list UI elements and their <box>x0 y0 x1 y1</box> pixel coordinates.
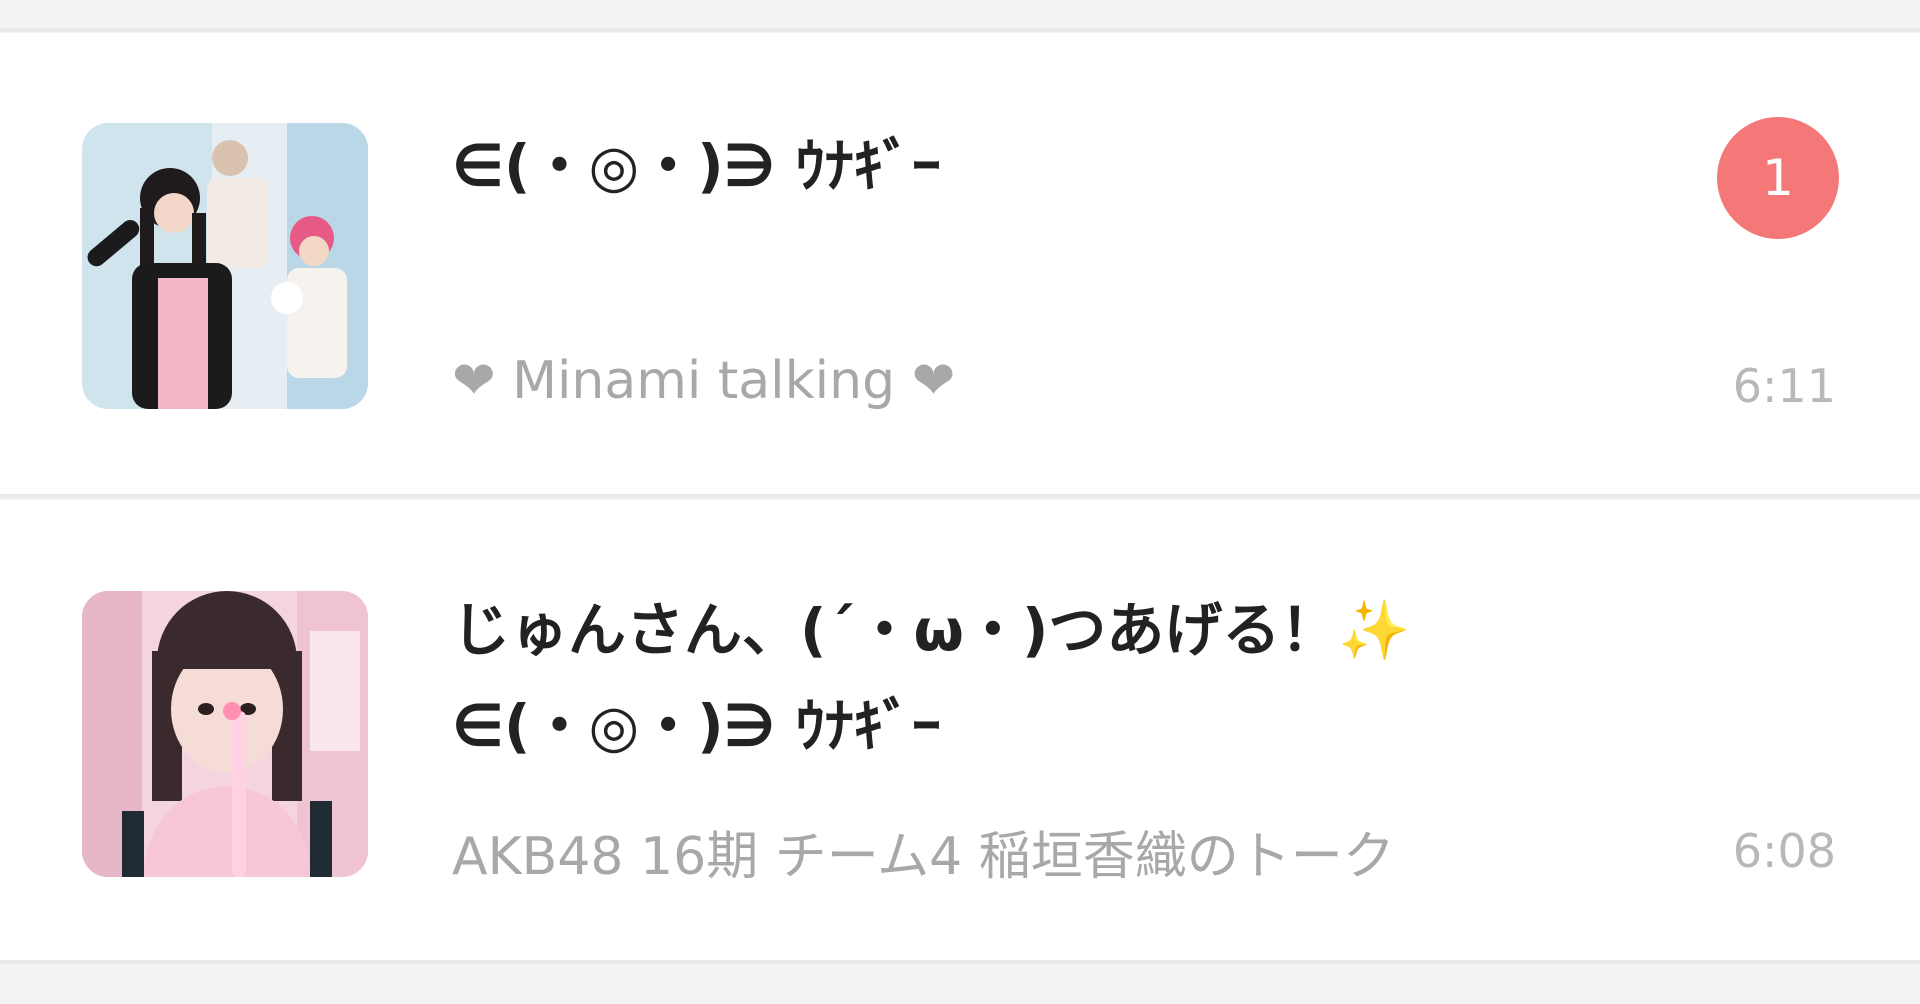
chat-list: ∈(・◎・)∋ ｳﾅｷﾞｰ ❤ Minami talking ❤ 1 6:11 <box>0 0 1920 1004</box>
avatar[interactable] <box>82 591 368 877</box>
chat-title-line: ∈(・◎・)∋ ｳﾅｷﾞｰ <box>452 132 941 200</box>
chat-time: 6:08 <box>1732 824 1836 878</box>
chat-title: ∈(・◎・)∋ ｳﾅｷﾞｰ <box>452 118 941 214</box>
chat-preview: AKB48 16期 チーム4 稲垣香織のトーク <box>452 827 1395 887</box>
chat-time: 6:11 <box>1732 359 1836 413</box>
divider <box>0 494 1920 498</box>
chat-row[interactable]: じゅんさん、(´・ω・)つあげる！✨ ∈(・◎・)∋ ｳﾅｷﾞｰ AKB48 1… <box>0 500 1920 960</box>
chat-title-line: じゅんさん、(´・ω・)つあげる！✨ <box>452 596 1411 664</box>
chat-title-line: ∈(・◎・)∋ ｳﾅｷﾞｰ <box>452 692 941 760</box>
divider <box>0 960 1920 964</box>
chat-title: じゅんさん、(´・ω・)つあげる！✨ ∈(・◎・)∋ ｳﾅｷﾞｰ <box>452 582 1411 774</box>
avatar-image <box>82 123 368 409</box>
chat-row[interactable]: ∈(・◎・)∋ ｳﾅｷﾞｰ ❤ Minami talking ❤ 1 6:11 <box>0 33 1920 494</box>
avatar-image <box>82 591 368 877</box>
chat-preview: ❤ Minami talking ❤ <box>452 351 956 411</box>
unread-badge: 1 <box>1717 117 1839 239</box>
avatar[interactable] <box>82 123 368 409</box>
divider <box>0 28 1920 32</box>
